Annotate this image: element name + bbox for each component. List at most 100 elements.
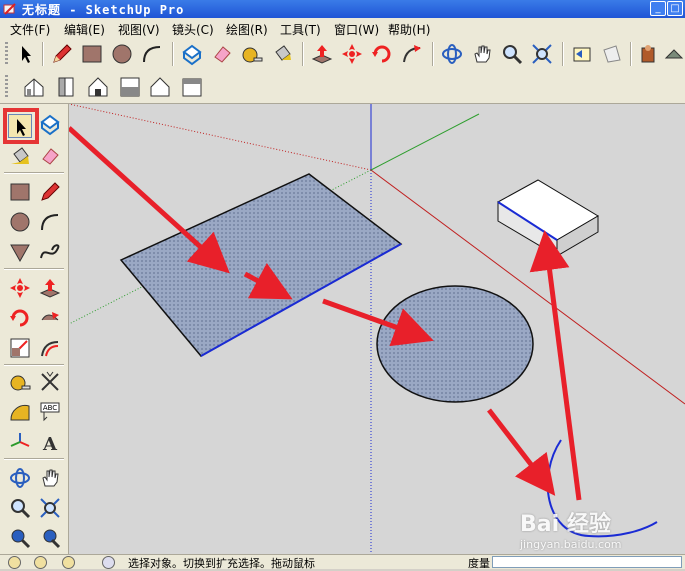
credits-icon[interactable]: [34, 556, 47, 569]
top-view-button[interactable]: [54, 75, 78, 99]
left-orbit-tool[interactable]: [8, 466, 32, 490]
drawing-canvas[interactable]: [69, 104, 685, 554]
menu-tools[interactable]: 工具(T): [280, 21, 321, 38]
watermark-url: jingyan.baidu.com: [520, 538, 622, 551]
left-eraser-tool[interactable]: [38, 144, 62, 168]
left-zoom-window-tool[interactable]: [38, 496, 62, 520]
left-axes-tool[interactable]: [8, 430, 32, 454]
iso-view-button[interactable]: [22, 75, 46, 99]
arrow-cursor-icon: [22, 46, 31, 63]
orbit-button[interactable]: [440, 42, 464, 66]
top-view-icon: [58, 77, 74, 97]
menu-camera[interactable]: 镜头(C): [172, 21, 214, 38]
watermark: Bai 经验: [520, 512, 611, 537]
left-move-tool[interactable]: [8, 276, 32, 300]
axes-icon: [10, 433, 30, 447]
menu-edit[interactable]: 编辑(E): [64, 21, 105, 38]
left-zoom-tool[interactable]: [8, 496, 32, 520]
follow-me-button[interactable]: [400, 42, 424, 66]
arc-icon: [143, 46, 161, 63]
left-polygon-tool[interactable]: [8, 240, 32, 264]
left-circle-tool[interactable]: [8, 210, 32, 234]
left-rectangle-tool[interactable]: [8, 180, 32, 204]
zoom-extents-button[interactable]: [530, 42, 554, 66]
model-viewport[interactable]: [69, 104, 685, 554]
menu-help[interactable]: 帮助(H): [388, 21, 430, 38]
left-follow-me-tool[interactable]: [38, 306, 62, 330]
left-scale-tool[interactable]: [8, 336, 32, 360]
extension-icon: [664, 49, 684, 59]
select-tool-button[interactable]: [14, 42, 38, 66]
tape-measure-button[interactable]: [240, 42, 264, 66]
previous-view-button[interactable]: [570, 42, 594, 66]
paint-bucket-button[interactable]: [270, 42, 294, 66]
zoom-extents-icon: [532, 44, 552, 64]
left-tape-measure-tool[interactable]: [8, 370, 32, 394]
menu-draw[interactable]: 绘图(R): [226, 21, 268, 38]
help-icon[interactable]: [102, 556, 115, 569]
arc-icon: [41, 214, 59, 231]
svg-text:A: A: [42, 434, 58, 454]
circle-icon: [112, 44, 132, 64]
rectangle-face[interactable]: [119, 173, 403, 357]
left-rotate-tool[interactable]: [8, 306, 32, 330]
arc-button[interactable]: [140, 42, 164, 66]
pencil-button[interactable]: [50, 42, 74, 66]
maximize-button[interactable]: □: [667, 1, 683, 16]
next-view-button[interactable]: [600, 42, 624, 66]
left-offset-tool[interactable]: [38, 336, 62, 360]
minimize-button[interactable]: _: [650, 1, 666, 16]
menu-window[interactable]: 窗口(W): [334, 21, 379, 38]
annotation-arrow: [69, 126, 230, 274]
menu-bar: 文件(F) 编辑(E) 视图(V) 镜头(C) 绘图(R) 工具(T) 窗口(W…: [0, 18, 685, 38]
rotate-button[interactable]: [370, 42, 394, 66]
measurements-box[interactable]: [492, 556, 682, 568]
offset-icon: [41, 341, 59, 357]
left-pencil-tool[interactable]: [38, 180, 62, 204]
rectangle-icon: [10, 183, 30, 201]
hand-icon: [474, 45, 491, 63]
svg-text:ABC: ABC: [43, 404, 57, 412]
right-view-button[interactable]: [118, 75, 142, 99]
orbit-icon: [10, 468, 30, 488]
component-icon: [182, 44, 202, 66]
left-pan-tool[interactable]: [38, 466, 62, 490]
left-push-pull-tool[interactable]: [38, 276, 62, 300]
circle-button[interactable]: [110, 42, 134, 66]
menu-file[interactable]: 文件(F): [10, 21, 50, 38]
pan-button[interactable]: [470, 42, 494, 66]
zoom-button[interactable]: [500, 42, 524, 66]
left-paint-bucket-tool[interactable]: [8, 144, 32, 168]
left-freehand-tool[interactable]: [38, 240, 62, 264]
extension-button[interactable]: [662, 42, 685, 66]
main-toolbar: [0, 38, 685, 71]
push-pull-icon: [311, 45, 333, 64]
move-button[interactable]: [340, 42, 364, 66]
geo-location-icon[interactable]: [8, 556, 21, 569]
rotate-icon: [372, 45, 391, 63]
menu-view[interactable]: 视图(V): [118, 21, 160, 38]
user-icon[interactable]: [62, 556, 75, 569]
warehouse-button[interactable]: [636, 42, 660, 66]
left-text-tool[interactable]: ABC: [38, 400, 62, 424]
make-component-button[interactable]: [180, 42, 204, 66]
pencil-icon: [53, 44, 72, 63]
left-protractor-tool[interactable]: [8, 400, 32, 424]
previous-view-icon: [573, 47, 591, 62]
push-pull-button[interactable]: [310, 42, 334, 66]
left-3d-text-tool[interactable]: A: [38, 430, 62, 454]
paint-bucket-icon: [11, 147, 29, 164]
left-previous-tool[interactable]: [38, 526, 62, 550]
tape-measure-icon: [10, 375, 31, 391]
circle-face[interactable]: [376, 285, 534, 403]
left-dimension-tool[interactable]: [38, 370, 62, 394]
left-view-button[interactable]: [180, 75, 204, 99]
eraser-button[interactable]: [210, 42, 234, 66]
left-zoom-extents-tool[interactable]: [8, 526, 32, 550]
back-view-button[interactable]: [148, 75, 172, 99]
front-view-button[interactable]: [86, 75, 110, 99]
left-arc-tool[interactable]: [38, 210, 62, 234]
circle-icon: [10, 212, 30, 232]
left-component-tool[interactable]: [38, 112, 62, 136]
rectangle-button[interactable]: [80, 42, 104, 66]
